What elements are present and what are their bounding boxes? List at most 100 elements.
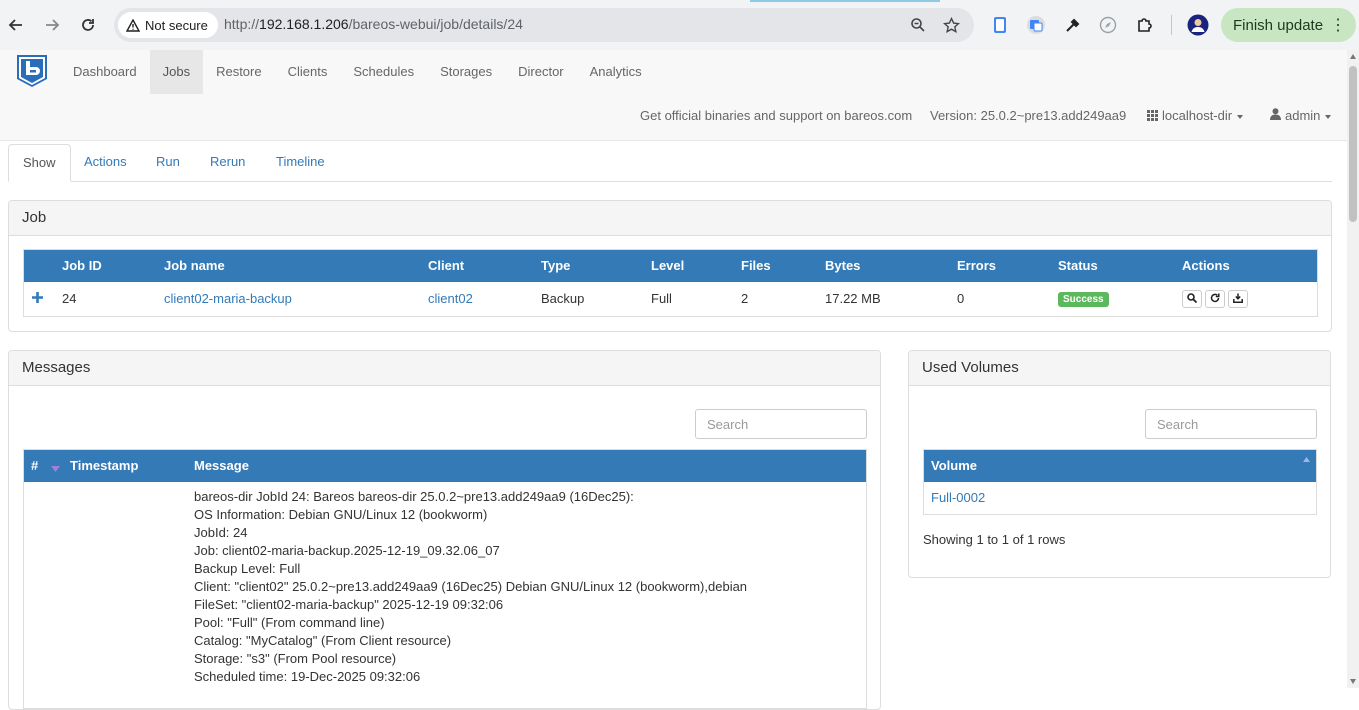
extension-translate-button[interactable] — [1025, 14, 1047, 36]
col-status[interactable]: Status — [1057, 249, 1181, 282]
extension-eyedropper-button[interactable] — [1062, 14, 1084, 36]
table-row: bareos-dir JobId 24: Bareos bareos-dir 2… — [24, 482, 867, 709]
volumes-search-input[interactable] — [1145, 409, 1317, 439]
message-line: Job: client02-maria-backup.2025-12-19_09… — [194, 542, 500, 558]
bytes-cell: 17.22 MB — [825, 291, 881, 307]
tab-load-progress — [750, 0, 940, 2]
actions-cell — [1181, 282, 1318, 317]
translate-extension-icon — [1027, 16, 1045, 34]
profile-avatar-icon — [1187, 14, 1209, 36]
menu-dashboard[interactable]: Dashboard — [60, 50, 150, 94]
used-volumes-panel: Used Volumes Volume Full-0002 Showing 1 … — [908, 350, 1331, 578]
tab-show[interactable]: Show — [8, 144, 71, 182]
expand-row-button[interactable] — [24, 282, 62, 317]
tab-timeline[interactable]: Timeline — [262, 144, 339, 181]
tab-run[interactable]: Run — [142, 144, 194, 181]
page-scrollbar[interactable] — [1347, 50, 1359, 688]
scroll-down-icon[interactable] — [1350, 679, 1356, 684]
scrollbar-thumb[interactable] — [1349, 66, 1357, 222]
forward-button[interactable] — [41, 14, 63, 36]
col-level[interactable]: Level — [650, 249, 740, 282]
support-link[interactable]: Get official binaries and support on bar… — [640, 108, 912, 123]
col-job-id[interactable]: Job ID — [61, 249, 163, 282]
browser-toolbar: Not secure http://192.168.1.206/bareos-w… — [0, 0, 1359, 50]
messages-panel: Messages # Timestamp Message bareos-dir … — [8, 350, 881, 710]
message-line: bareos-dir JobId 24: Bareos bareos-dir 2… — [194, 488, 634, 504]
tab-actions[interactable]: Actions — [70, 144, 141, 181]
volumes-table: Volume Full-0002 — [923, 449, 1317, 515]
job-panel-title: Job — [9, 201, 1331, 236]
director-dropdown[interactable]: localhost-dir — [1147, 108, 1244, 123]
col-client[interactable]: Client — [427, 249, 540, 282]
col-volume[interactable]: Volume — [923, 449, 1317, 482]
level-cell: Full — [651, 291, 672, 307]
col-message[interactable]: Message — [186, 449, 867, 482]
extension-reader-button[interactable] — [989, 14, 1011, 36]
restore-job-button[interactable] — [1228, 289, 1248, 308]
back-icon — [8, 19, 22, 31]
profile-button[interactable] — [1187, 14, 1209, 36]
messages-panel-title: Messages — [9, 351, 880, 386]
table-row: Full-0002 — [924, 482, 1317, 515]
messages-table: # Timestamp Message bareos-dir JobId 24:… — [23, 449, 867, 709]
col-job-name[interactable]: Job name — [163, 249, 427, 282]
finish-update-button[interactable]: Finish update ⋮ — [1221, 8, 1356, 42]
zoom-button[interactable] — [908, 15, 928, 35]
message-timestamp-cell — [62, 482, 186, 709]
messages-search-input[interactable] — [695, 409, 867, 439]
back-button[interactable] — [5, 14, 27, 36]
col-message-number[interactable]: # — [23, 449, 62, 482]
tab-rerun[interactable]: Rerun — [196, 144, 259, 181]
volume-link[interactable]: Full-0002 — [924, 482, 1317, 515]
user-dropdown[interactable]: admin — [1270, 108, 1332, 123]
menu-director[interactable]: Director — [505, 50, 577, 94]
job-table-expand-col — [23, 249, 61, 282]
chevron-down-icon — [1237, 114, 1244, 119]
col-errors[interactable]: Errors — [956, 249, 1057, 282]
toolbar-divider — [1171, 15, 1172, 35]
compass-icon — [1099, 16, 1117, 34]
menu-schedules[interactable]: Schedules — [340, 50, 427, 94]
client-link[interactable]: client02 — [427, 282, 540, 317]
extension-compass-button[interactable] — [1097, 14, 1119, 36]
not-secure-label: Not secure — [145, 17, 208, 33]
bookmark-button[interactable] — [941, 15, 961, 35]
rerun-job-button[interactable] — [1205, 289, 1225, 308]
user-icon — [1270, 108, 1281, 120]
job-table: Job ID Job name Client Type Level Files … — [23, 249, 1318, 317]
col-files[interactable]: Files — [740, 249, 824, 282]
job-id-cell: 24 — [62, 291, 77, 307]
menu-jobs[interactable]: Jobs — [149, 50, 204, 94]
message-line: OS Information: Debian GNU/Linux 12 (boo… — [194, 506, 488, 522]
col-timestamp[interactable]: Timestamp — [62, 449, 186, 482]
status-badge: Success — [1058, 292, 1109, 308]
col-type[interactable]: Type — [540, 249, 650, 282]
puzzle-icon — [1138, 18, 1152, 32]
refresh-icon — [1210, 293, 1220, 302]
extensions-menu-button[interactable] — [1134, 14, 1156, 36]
menu-clients[interactable]: Clients — [275, 50, 341, 94]
address-bar[interactable]: Not secure http://192.168.1.206/bareos-w… — [114, 8, 974, 42]
bookmark-star-icon — [942, 16, 960, 33]
job-name-link[interactable]: client02-maria-backup — [163, 282, 427, 317]
job-tabs: Show Actions Run Rerun Timeline — [8, 144, 1332, 182]
bareos-logo[interactable] — [16, 54, 48, 88]
scroll-up-icon[interactable] — [1350, 54, 1356, 59]
url-path: /bareos-webui/job/details/24 — [348, 16, 523, 32]
message-line: Catalog: "MyCatalog" (From Client resour… — [194, 632, 452, 648]
url-text[interactable]: http://192.168.1.206/bareos-webui/job/de… — [224, 16, 523, 32]
files-cell: 2 — [741, 291, 749, 307]
view-job-button[interactable] — [1182, 289, 1202, 308]
bareos-logo-icon — [17, 55, 47, 87]
col-bytes[interactable]: Bytes — [824, 249, 956, 282]
menu-analytics[interactable]: Analytics — [577, 50, 655, 94]
user-name: admin — [1285, 108, 1321, 123]
reload-button[interactable] — [77, 14, 99, 36]
menu-restore[interactable]: Restore — [203, 50, 275, 94]
message-number-cell — [24, 482, 63, 709]
menu-storages[interactable]: Storages — [427, 50, 505, 94]
search-icon — [1187, 292, 1198, 303]
url-scheme: http:// — [224, 16, 260, 32]
job-panel: Job Job ID Job name Client Type Level Fi… — [8, 200, 1332, 332]
site-info-chip[interactable]: Not secure — [118, 12, 218, 38]
